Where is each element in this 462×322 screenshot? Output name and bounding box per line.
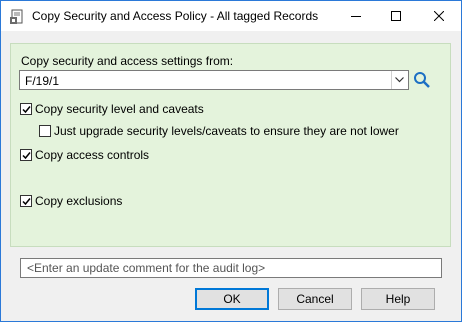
copy-security-level-checkbox[interactable] bbox=[20, 103, 32, 115]
copy-exclusions-checkbox[interactable] bbox=[20, 195, 32, 207]
copy-from-label: Copy security and access settings from: bbox=[21, 54, 234, 68]
copy-from-combobox[interactable]: F/19/1 bbox=[19, 70, 409, 90]
copy-access-controls-label[interactable]: Copy access controls bbox=[35, 148, 149, 162]
checkmark-icon bbox=[22, 198, 31, 206]
copy-access-controls-checkbox[interactable] bbox=[20, 149, 32, 161]
upgrade-only-checkbox[interactable] bbox=[39, 125, 51, 137]
settings-panel: Copy security and access settings from: … bbox=[10, 43, 451, 247]
maximize-button[interactable] bbox=[376, 1, 416, 31]
checkmark-icon bbox=[22, 106, 31, 114]
dialog-window: Copy Security and Access Policy - All ta… bbox=[0, 0, 462, 322]
minimize-icon bbox=[351, 16, 361, 17]
chevron-down-icon bbox=[395, 77, 404, 83]
ok-button[interactable]: OK bbox=[195, 288, 269, 310]
help-button[interactable]: Help bbox=[361, 288, 435, 310]
upgrade-only-label[interactable]: Just upgrade security levels/caveats to … bbox=[54, 124, 399, 138]
copy-exclusions-label[interactable]: Copy exclusions bbox=[35, 194, 122, 208]
combobox-dropdown-button[interactable] bbox=[391, 71, 408, 89]
title-bar[interactable]: Copy Security and Access Policy - All ta… bbox=[1, 1, 461, 31]
copy-from-value[interactable]: F/19/1 bbox=[25, 74, 59, 88]
search-button[interactable] bbox=[412, 70, 432, 90]
checkmark-icon bbox=[22, 152, 31, 160]
maximize-icon bbox=[391, 11, 401, 21]
close-button[interactable] bbox=[419, 1, 459, 31]
search-icon bbox=[414, 72, 430, 88]
audit-comment-input[interactable] bbox=[20, 258, 442, 278]
minimize-button[interactable] bbox=[336, 1, 376, 31]
window-title: Copy Security and Access Policy - All ta… bbox=[32, 9, 319, 23]
cancel-button[interactable]: Cancel bbox=[278, 288, 352, 310]
copy-security-level-label[interactable]: Copy security level and caveats bbox=[35, 102, 204, 116]
close-icon bbox=[434, 11, 444, 21]
app-icon bbox=[9, 9, 25, 25]
